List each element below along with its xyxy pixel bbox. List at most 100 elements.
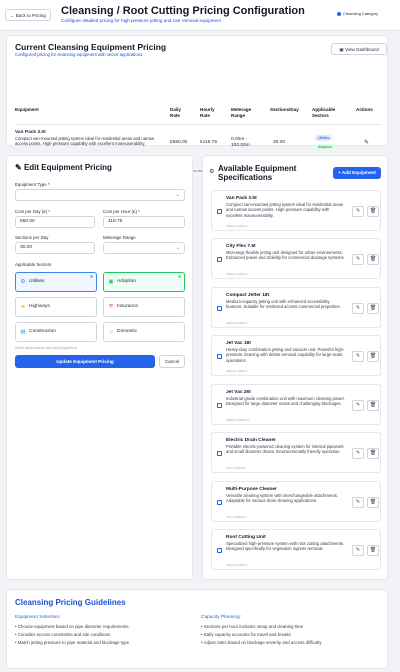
sections-label: Sections per Day	[15, 235, 49, 240]
equipment-item-electric-drain-cleaner[interactable]: Electric Drain Cleaner Portable electric…	[211, 432, 381, 473]
guideline-item: • Consider access constraints and site c…	[15, 632, 111, 637]
select-checkbox[interactable]	[217, 306, 222, 311]
table-divider	[15, 124, 381, 125]
column-header-daily-rate: Daily Rate	[170, 107, 181, 118]
domestic-icon: ⌂	[109, 329, 113, 335]
select-checkbox[interactable]	[217, 451, 222, 456]
delete-icon[interactable]: 🗑	[367, 254, 379, 265]
delete-icon[interactable]: 🗑	[367, 206, 379, 217]
category-chip[interactable]: Cleansing Category	[337, 11, 378, 16]
edit-icon[interactable]: ✎	[352, 545, 364, 556]
delete-icon[interactable]: 🗑	[367, 351, 379, 362]
equipment-item-compact-jetter-18t[interactable]: Compact Jetter 18t Medium-capacity jetti…	[211, 287, 381, 328]
sector-label: Adoption	[117, 279, 136, 284]
cost-day-input[interactable]: 650.00	[15, 216, 95, 228]
equipment-item-jet-vac-18t[interactable]: Jet Vac 18t Heavy-duty combination jetti…	[211, 335, 381, 376]
sector-option-highways[interactable]: ≋ Highways	[15, 297, 97, 317]
guidelines-card: Cleansing Pricing Guidelines Equipment S…	[6, 589, 388, 669]
column-header-meterage-range: Meterage Range	[231, 107, 252, 118]
delete-icon[interactable]: 🗑	[367, 448, 379, 459]
equipment-item-city-flex-7-5t[interactable]: City Flex 7.5t Mid-range flexible jettin…	[211, 238, 381, 279]
sectors-helper-text: Select which sectors this pricing applie…	[15, 346, 77, 350]
row-equipment-desc: Compact van-mounted jetting system ideal…	[15, 136, 155, 147]
row-hourly-rate: £118.75	[200, 140, 217, 145]
sector-badge-utilities: Utilities	[315, 135, 333, 141]
select-checkbox[interactable]	[217, 354, 222, 359]
equipment-name: City Flex 7.5t	[226, 244, 256, 249]
edit-row-icon[interactable]: ✎	[364, 140, 369, 146]
equipment-desc: Heavy-duty combination jetting and vacuu…	[226, 347, 345, 363]
column-header-equipment: Equipment	[15, 107, 39, 112]
edit-pricing-title: ✎ Edit Equipment Pricing	[15, 163, 112, 172]
edit-icon[interactable]: ✎	[352, 206, 364, 217]
column-header-sections-day: Sections/Day	[270, 107, 299, 112]
equipment-name: Jet Vac 18t	[226, 341, 251, 346]
sector-label: Highways	[29, 304, 50, 309]
selected-check-icon: ●	[89, 274, 93, 280]
sections-input[interactable]: 30.00	[15, 242, 95, 254]
meterage-select[interactable]: ⌄	[103, 242, 185, 254]
equipment-desc: Compact van-mounted jetting system ideal…	[226, 202, 344, 218]
delete-icon[interactable]: 🗑	[367, 545, 379, 556]
row-daily-rate: £650.00	[170, 140, 188, 145]
guideline-item: • Daily capacity accounts for travel and…	[201, 632, 291, 637]
sector-option-insurance[interactable]: ⛨ Insurance	[103, 297, 185, 317]
add-equipment-button[interactable]: + Add Equipment	[333, 167, 381, 179]
current-pricing-subtitle: Configured pricing for cleansing equipme…	[15, 52, 143, 57]
adoption-icon: ▣	[108, 279, 114, 285]
sector-option-utilities[interactable]: ⚙ Utilities ●	[15, 272, 97, 292]
select-checkbox[interactable]	[217, 500, 222, 505]
edit-icon[interactable]: ✎	[352, 303, 364, 314]
cancel-button[interactable]: Cancel	[159, 355, 185, 368]
capacity-planning-heading: Capacity Planning:	[201, 615, 241, 620]
row-sections-day: 30.00	[273, 140, 286, 145]
equipment-item-multi-purpose-cleaner[interactable]: Multi-Purpose Cleaner Versatile cleaning…	[211, 481, 381, 522]
category-chip-label: Cleansing Category	[343, 11, 379, 16]
guideline-item: • Match jetting pressure to pipe materia…	[15, 640, 130, 645]
gear-icon: ⚙	[209, 169, 215, 175]
column-header-actions: Actions	[356, 107, 373, 112]
sector-badge-adoption: Adoption	[315, 144, 335, 150]
edit-icon[interactable]: ✎	[352, 497, 364, 508]
edit-icon[interactable]: ✎	[352, 254, 364, 265]
guideline-item: • Choose equipment based on pipe diamete…	[15, 624, 129, 629]
equipment-meta: 100mm-600mm	[226, 321, 248, 325]
equipment-name: Electric Drain Cleaner	[226, 438, 276, 443]
cost-hour-input[interactable]: 118.75	[103, 216, 185, 228]
chevron-down-icon: ⌄	[175, 245, 180, 251]
sector-option-adoption[interactable]: ▣ Adoption ●	[103, 272, 185, 292]
equipment-desc: Versatile cleaning system with interchan…	[226, 493, 338, 504]
equipment-item-root-cutting-unit[interactable]: Root Cutting Unit Specialized high-press…	[211, 529, 381, 570]
view-dashboard-button[interactable]: ▣ View Dashboard	[331, 43, 387, 55]
select-checkbox[interactable]	[217, 548, 222, 553]
guidelines-title: Cleansing Pricing Guidelines	[15, 598, 126, 607]
delete-icon[interactable]: 🗑	[367, 497, 379, 508]
update-pricing-button[interactable]: Update Equipment Pricing	[15, 355, 155, 368]
equipment-desc: Medium-capacity jetting unit with enhanc…	[226, 299, 341, 310]
equipment-name: Multi-Purpose Cleaner	[226, 487, 277, 492]
edit-icon[interactable]: ✎	[352, 400, 364, 411]
select-checkbox[interactable]	[217, 403, 222, 408]
equipment-type-select[interactable]: ⌄	[15, 189, 185, 201]
cost-hour-label: Cost per Hour (£) *	[103, 209, 140, 214]
construction-icon: ▤	[20, 329, 26, 335]
insurance-icon: ⛨	[108, 304, 114, 310]
sector-option-construction[interactable]: ▤ Construction	[15, 322, 97, 342]
delete-icon[interactable]: 🗑	[367, 303, 379, 314]
row-meterage-range: 0.00m - 100.00m	[231, 137, 250, 148]
equipment-meta: 100mm-600mm	[226, 563, 248, 567]
edit-icon[interactable]: ✎	[352, 448, 364, 459]
equipment-type-label: Equipment Type *	[15, 182, 50, 187]
equipment-item-jet-vac-26t[interactable]: Jet Vac 26t Industrial-grade combination…	[211, 384, 381, 425]
equipment-name: Jet Vac 26t	[226, 390, 251, 395]
back-to-pricing-button[interactable]: ← Back to Pricing	[5, 9, 51, 21]
column-header-applicable-sectors: Applicable Sectors	[312, 107, 336, 118]
delete-icon[interactable]: 🗑	[367, 400, 379, 411]
equipment-desc: Mid-range flexible jetting unit designed…	[226, 250, 345, 261]
equipment-item-van-pack-3-5t[interactable]: Van Pack 3.5t Compact van-mounted jettin…	[211, 190, 381, 231]
sector-option-domestic[interactable]: ⌂ Domestic	[103, 322, 185, 342]
select-checkbox[interactable]	[217, 209, 222, 214]
edit-icon[interactable]: ✎	[352, 351, 364, 362]
select-checkbox[interactable]	[217, 257, 222, 262]
category-dot-icon	[337, 11, 341, 16]
